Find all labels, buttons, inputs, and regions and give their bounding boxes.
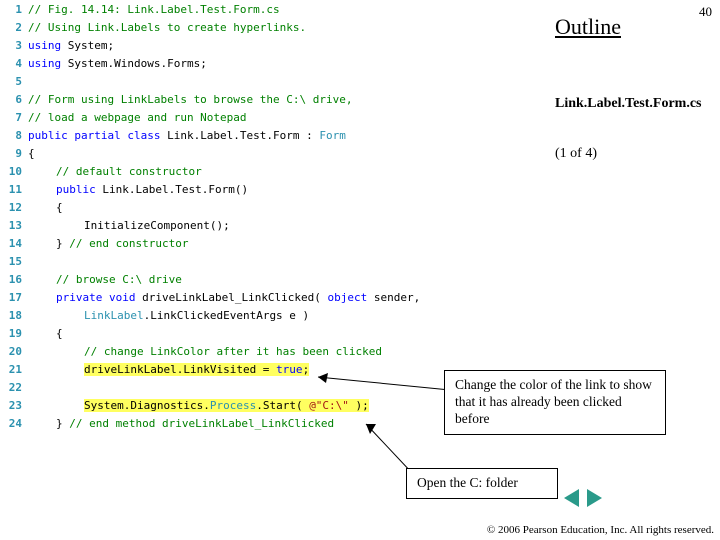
code-line: driveLinkLabel.LinkVisited = true; [28, 363, 309, 376]
code-line: public Link.Label.Test.Form() [28, 183, 248, 196]
code-line: // Using Link.Labels to create hyperlink… [28, 21, 306, 34]
code-line: // Form using LinkLabels to browse the C… [28, 93, 353, 106]
code-line: { [28, 147, 35, 160]
code-line: InitializeComponent(); [28, 219, 230, 232]
code-line: { [28, 201, 63, 214]
callout-open-folder: Open the C: folder [406, 468, 558, 499]
nav-buttons [562, 489, 604, 512]
copyright: © 2006 Pearson Education, Inc. All right… [487, 524, 714, 536]
callout-link-color: Change the color of the link to show tha… [444, 370, 666, 435]
code-line: using System; [28, 39, 114, 52]
code-line: private void driveLinkLabel_LinkClicked(… [28, 291, 420, 304]
code-line: // load a webpage and run Notepad [28, 111, 247, 124]
next-button[interactable] [587, 489, 602, 507]
outline-title: Outline [555, 14, 621, 40]
file-name: Link.Label.Test.Form.cs [555, 96, 702, 112]
code-line: public partial class Link.Label.Test.For… [28, 129, 346, 142]
code-line: } // end constructor [28, 237, 188, 250]
code-line: using System.Windows.Forms; [28, 57, 207, 70]
code-pane: 1// Fig. 14.14: Link.Label.Test.Form.cs … [0, 0, 545, 432]
code-line: // Fig. 14.14: Link.Label.Test.Form.cs [28, 3, 280, 16]
code-line: } // end method driveLinkLabel_LinkClick… [28, 417, 334, 430]
prev-button[interactable] [564, 489, 579, 507]
code-line: { [28, 327, 63, 340]
code-line: // change LinkColor after it has been cl… [28, 345, 382, 358]
code-line: // default constructor [28, 165, 202, 178]
code-line: // browse C:\ drive [28, 273, 182, 286]
page-number: 40 [699, 4, 712, 20]
page-of: (1 of 4) [555, 146, 597, 162]
code-line: LinkLabel.LinkClickedEventArgs e ) [28, 309, 309, 322]
code-line: System.Diagnostics.Process.Start( @"C:\"… [28, 399, 369, 412]
